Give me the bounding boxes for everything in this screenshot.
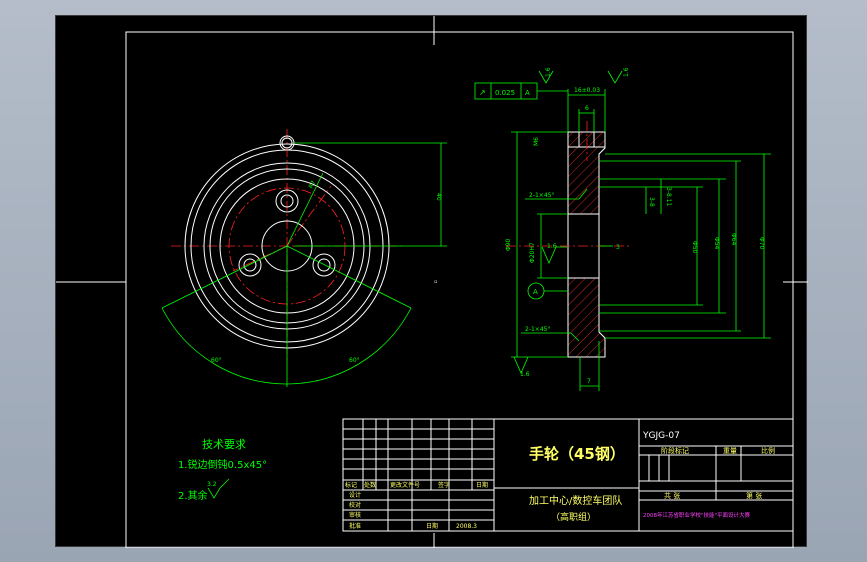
sign-row-2: 审核 [349,511,361,519]
dim-3-8: 3-8 [648,197,655,207]
dim-dia-70: Φ70 [758,237,765,250]
tolerance-datum: A [525,89,530,97]
revision-header: 标记 处数 更改文件号 签字 日期 [345,481,488,489]
rev-col-3: 签字 [438,481,450,489]
dim-angle-left: 60° [211,357,222,364]
dim-3-811: 3-8.11 [665,187,672,207]
dim-radius-r7: R7 [308,179,318,189]
dim-width-bottom: 7 [587,378,591,385]
tech-req-item2: 2.其余 [178,489,208,502]
datum-circle-label: A [533,288,538,296]
date-value: 2008.3 [456,523,477,530]
sign-row-1: 校对 [349,501,361,509]
front-view-marker: ▫ [434,279,437,285]
rough-bottom: 1.6 [520,371,530,378]
tolerance-value: 0.025 [495,89,515,97]
rough-top-left: 1.6 [545,67,552,77]
rev-col-4: 日期 [476,481,488,489]
dim-dia-50: Φ50 [691,241,698,254]
front-dimensions [161,142,447,387]
title-h-total: 共 张 [664,491,680,500]
part-name: 手轮（45钢） [529,445,625,463]
rough-top-right: 1.6 [623,67,630,77]
team-line1: 加工中心/数控车团队 [529,494,622,507]
dim-dia-54: Φ54 [713,237,720,250]
title-h-weight: 重量 [723,447,737,455]
title-footer: 2008年江苏省职业学校"技能"平面设计大赛 [643,511,751,519]
dim-phi20: Φ20H7 [529,242,536,263]
tech-req-heading: 技术要求 [202,438,246,451]
tech-req-rough-value: 3.2 [207,481,217,488]
title-h-stage: 阶段标记 [661,446,689,455]
dim-angle-right: 60° [349,357,360,364]
title-h-scale: 比例 [761,446,775,455]
rough-mid: 1.6 [547,243,557,250]
dim-dia-64: Φ64 [730,233,737,246]
dim-dia-90: Φ90 [505,238,512,251]
rev-col-2: 更改文件号 [390,481,420,489]
tech-requirements: 技术要求 1.锐边倒钝0.5x45° 2.其余 3.2 [178,438,267,502]
drawing-number: YGJG-07 [642,431,680,441]
tech-req-item1: 1.锐边倒钝0.5x45° [178,458,267,471]
dim-radius-40: 40 [435,193,442,201]
dim-thread-m6: M6 [533,137,540,146]
dim-width-top: 16±0.03 [574,87,600,94]
cad-drawing-canvas[interactable]: 40 60° 60° R7 ▫ ↗ 0.025 A 16±0.03 6 1.6 … [55,15,808,548]
dim-chamfer-bottom: 2-1×45° [525,326,550,333]
centering-marks [56,16,808,548]
tolerance-symbol: ↗ [479,88,486,97]
title-h-sheet: 第 张 [746,491,762,500]
sign-row-0: 设计 [349,491,361,499]
engineering-drawing: 40 60° 60° R7 ▫ ↗ 0.025 A 16±0.03 6 1.6 … [56,16,808,548]
sign-row-3: 批准 [349,522,361,530]
section-view: ↗ 0.025 A 16±0.03 6 1.6 1.6 M6 2-1×45° 2… [474,67,771,391]
team-line2: （高职组） [551,511,596,523]
date-label: 日期 [426,522,438,530]
section-dimensions [474,70,771,391]
rev-col-1: 处数 [364,481,376,489]
dim-chamfer-top: 2-1×45° [529,192,554,199]
rev-col-0: 标记 [345,481,357,489]
section-body [567,131,606,358]
dim-width-6: 6 [585,105,589,112]
dim-3: 3 [616,244,620,251]
front-view: 40 60° 60° R7 ▫ [161,129,447,387]
